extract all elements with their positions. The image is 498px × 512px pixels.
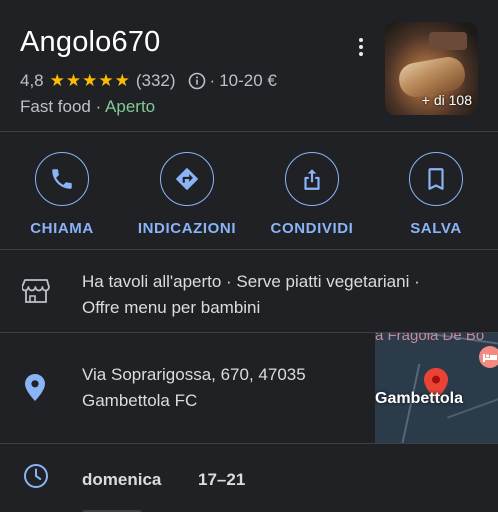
more-options-icon[interactable]: [350, 36, 372, 58]
save-label: SALVA: [410, 220, 462, 237]
amenities-row[interactable]: Ha tavoli all'aperto · Serve piatti vege…: [0, 250, 498, 332]
category-row: Fast food · Aperto: [20, 97, 155, 117]
call-label: CHIAMA: [30, 220, 94, 237]
map-poi-label: a Fragola De Bo: [375, 333, 485, 344]
call-button[interactable]: CHIAMA: [0, 152, 132, 237]
place-title: Angolo670: [20, 26, 161, 58]
action-bar: CHIAMA INDICAZIONI CONDIVIDI SALVA: [0, 132, 498, 249]
place-category: Fast food: [20, 97, 91, 116]
hours-next-row-clipped: [82, 504, 232, 512]
share-button[interactable]: CONDIVIDI: [242, 152, 382, 237]
address-text: Via Soprarigossa, 670, 47035 Gambettola …: [82, 362, 306, 414]
photo-count-label: + di 108: [421, 92, 472, 108]
directions-label: INDICAZIONI: [137, 220, 237, 237]
rating-row[interactable]: 4,8 ★★★★★ (332) · 10-20 €: [20, 71, 277, 91]
category-separator: ·: [90, 97, 106, 116]
price-range: 10-20 €: [219, 71, 277, 90]
share-icon: [285, 152, 339, 206]
amenities-line-2: Offre menu per bambini: [82, 298, 261, 317]
review-count[interactable]: (332): [136, 71, 176, 91]
address-line-2: Gambettola FC: [82, 391, 198, 410]
directions-button[interactable]: INDICAZIONI: [117, 152, 257, 237]
storefront-icon: [21, 278, 50, 309]
rating-stars: ★★★★★: [49, 71, 131, 90]
place-header: Angolo670 4,8 ★★★★★ (332) · 10-20 € Fast…: [0, 0, 498, 131]
clock-icon: [23, 463, 49, 494]
hours-day: domenica: [82, 470, 162, 489]
map-preview[interactable]: a Fragola De Bo Gambettola: [375, 333, 498, 443]
map-poi-bed-icon: [479, 346, 498, 368]
share-label: CONDIVIDI: [270, 220, 354, 237]
address-line-1: Via Soprarigossa, 670, 47035: [82, 365, 306, 384]
info-icon[interactable]: [188, 72, 206, 90]
map-town-label: Gambettola: [375, 390, 464, 407]
photo-sign-shape: [429, 32, 467, 50]
price-separator: ·: [209, 71, 216, 90]
location-pin-icon: [25, 374, 45, 406]
amenities-line-1: Ha tavoli all'aperto · Serve piatti vege…: [82, 272, 420, 291]
open-status: Aperto: [105, 97, 156, 116]
hours-row[interactable]: domenica 17–21: [0, 444, 498, 512]
phone-icon: [35, 152, 89, 206]
hours-time: 17–21: [198, 470, 246, 489]
save-button[interactable]: SALVA: [366, 152, 498, 237]
amenities-text: Ha tavoli all'aperto · Serve piatti vege…: [82, 269, 477, 321]
address-row[interactable]: Via Soprarigossa, 670, 47035 Gambettola …: [0, 333, 498, 443]
rating-value: 4,8: [20, 71, 44, 90]
directions-icon: [160, 152, 214, 206]
place-photo-thumbnail[interactable]: + di 108: [385, 22, 478, 115]
bookmark-icon: [409, 152, 463, 206]
